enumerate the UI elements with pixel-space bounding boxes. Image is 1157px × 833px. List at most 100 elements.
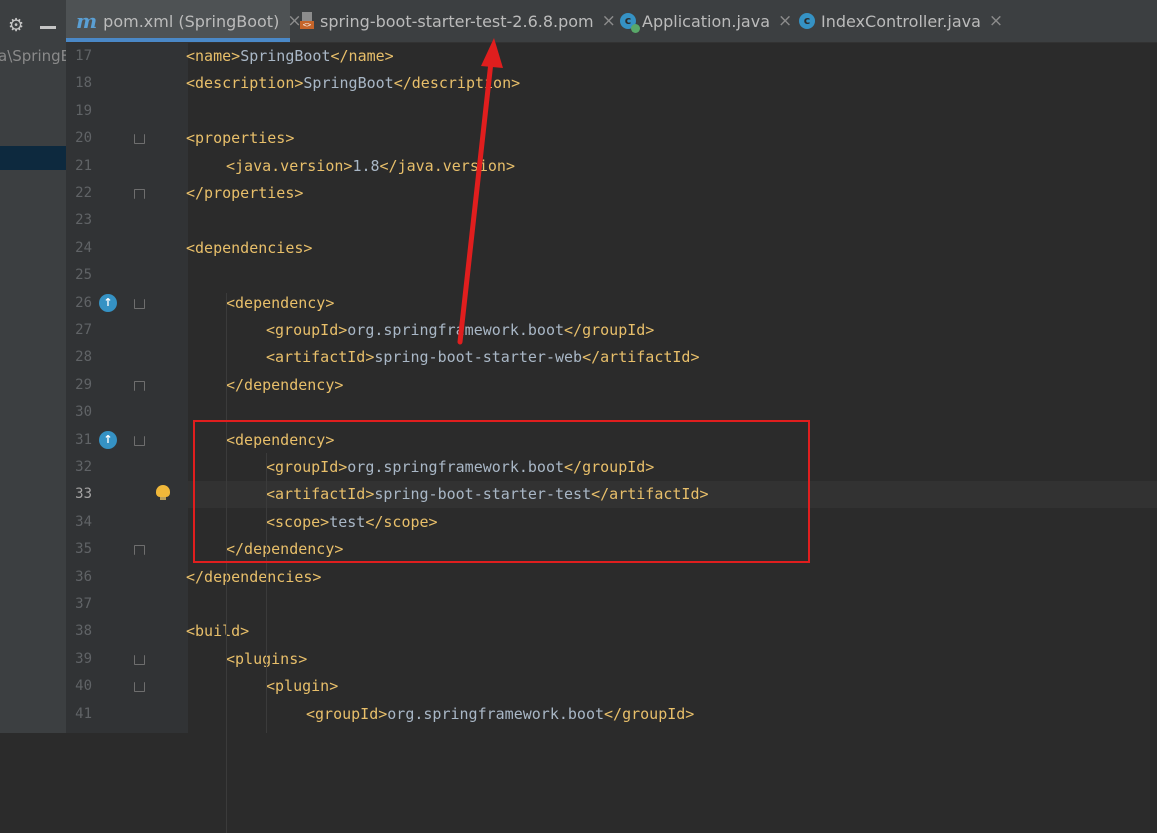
code-line[interactable]: <plugin> — [266, 673, 338, 700]
xml-text: spring-boot-starter-web — [374, 348, 583, 367]
code-line[interactable]: <java.version>1.8</java.version> — [226, 153, 515, 180]
lightbulb-icon[interactable] — [156, 485, 170, 501]
navigate-up-icon[interactable]: ↑ — [99, 430, 117, 449]
xml-tag: <dependency> — [226, 293, 335, 312]
xml-tag: </groupId> — [564, 321, 655, 339]
xml-tag: </artifactId> — [582, 348, 700, 367]
xml-tag: </description> — [393, 74, 521, 93]
xml-tag: <groupId> — [306, 704, 388, 723]
xml-tag: <groupId> — [266, 321, 348, 339]
fold-expand-icon[interactable] — [134, 435, 145, 446]
code-line[interactable]: <properties> — [186, 125, 294, 152]
tab-indexcontroller-java[interactable]: c IndexController.java × — [799, 0, 1003, 42]
xml-tag: </properties> — [186, 184, 304, 202]
code-line[interactable]: <build> — [186, 618, 249, 645]
xml-text: org.springframework.boot — [387, 704, 605, 723]
line-number: 19 — [75, 102, 92, 119]
line-number: 27 — [75, 322, 92, 338]
indent-guide — [266, 593, 267, 733]
gear-icon[interactable]: ⚙ — [8, 17, 26, 35]
line-number: 36 — [75, 568, 92, 585]
fold-expand-icon[interactable] — [134, 654, 145, 665]
line-number: 24 — [75, 239, 92, 256]
line-number: 40 — [75, 678, 92, 695]
xml-text: 1.8 — [352, 156, 380, 175]
xml-text: SpringBoot — [303, 74, 394, 93]
xml-tag: <properties> — [186, 129, 295, 148]
xml-tag: </dependencies> — [186, 567, 322, 586]
line-number: 33 — [75, 486, 92, 503]
code-line[interactable]: </dependency> — [226, 372, 343, 399]
close-icon[interactable]: × — [778, 11, 792, 31]
xml-tag: <dependencies> — [186, 238, 313, 257]
code-line[interactable]: <dependencies> — [186, 235, 312, 262]
xml-text: SpringBoot — [240, 47, 331, 65]
xml-tag: <java.version> — [226, 156, 353, 175]
xml-tag: <build> — [186, 622, 250, 641]
tab-application-java[interactable]: c Application.java × — [620, 0, 792, 42]
project-panel: ⚙ a\SpringB — [0, 0, 66, 733]
line-number: 21 — [75, 157, 92, 174]
line-number: 41 — [75, 705, 92, 722]
line-number: 29 — [75, 376, 92, 393]
tab-starter-test-pom[interactable]: <> spring-boot-starter-test-2.6.8.pom × — [300, 0, 616, 42]
line-number: 37 — [75, 596, 92, 612]
line-number: 32 — [75, 459, 92, 475]
line-number: 35 — [75, 541, 92, 558]
java-class-icon: c — [799, 13, 815, 29]
maven-icon: m — [76, 9, 98, 33]
line-number: 26 — [75, 294, 92, 311]
line-number: 38 — [75, 623, 92, 640]
xml-tag: </java.version> — [379, 156, 515, 175]
close-icon[interactable]: × — [989, 11, 1003, 31]
navigate-up-icon[interactable]: ↑ — [99, 293, 117, 312]
code-editor[interactable]: 17 18 19 20 21 22 23 24 25 26 ↑ 27 28 29 30 31 ↑ 32 33 34 35… — [66, 43, 1157, 833]
code-line[interactable]: <name>SpringBoot</name> — [186, 43, 394, 70]
xml-text: org.springframework.boot — [347, 321, 565, 339]
fold-end-icon[interactable] — [134, 545, 145, 556]
project-path: a\SpringB — [0, 47, 66, 65]
tab-label: spring-boot-starter-test-2.6.8.pom — [320, 11, 594, 31]
tab-label: IndexController.java — [821, 11, 981, 31]
fold-expand-icon[interactable] — [134, 134, 145, 145]
xml-tag: <artifactId> — [266, 348, 375, 367]
xml-tag: </name> — [330, 47, 394, 65]
xml-tag: <name> — [186, 47, 241, 65]
indent-guide — [226, 293, 227, 833]
code-line[interactable]: <groupId>org.springframework.boot</group… — [266, 317, 654, 344]
close-icon[interactable]: × — [602, 11, 616, 31]
xml-tag: </dependency> — [226, 375, 344, 394]
xml-tag: <description> — [186, 74, 304, 93]
xml-tag: <plugin> — [266, 677, 339, 696]
xml-tag: </groupId> — [604, 704, 695, 723]
code-line[interactable]: <dependency> — [226, 290, 334, 317]
code-line[interactable]: <groupId>org.springframework.boot</group… — [306, 701, 694, 728]
project-selected-row[interactable] — [0, 146, 66, 170]
java-class-run-icon: c — [620, 13, 640, 33]
line-number: 34 — [75, 513, 92, 530]
line-number: 20 — [75, 130, 92, 147]
project-toolbar: ⚙ — [0, 0, 66, 42]
line-number: 18 — [75, 75, 92, 92]
fold-expand-icon[interactable] — [134, 682, 145, 693]
line-number: 23 — [75, 212, 92, 229]
fold-expand-icon[interactable] — [134, 298, 145, 309]
tab-label: pom.xml (SpringBoot) — [103, 11, 280, 31]
code-line[interactable]: <artifactId>spring-boot-starter-web</art… — [266, 344, 700, 371]
highlight-box — [193, 420, 810, 563]
pom-file-icon: <> — [300, 12, 314, 30]
tab-label: Application.java — [642, 11, 771, 31]
line-number: 39 — [75, 650, 92, 667]
editor-gutter: 17 18 19 20 21 22 23 24 25 26 ↑ 27 28 29 30 31 ↑ 32 33 34 35… — [66, 43, 188, 733]
fold-end-icon[interactable] — [134, 189, 145, 199]
editor-tab-bar: m pom.xml (SpringBoot) × <> spring-boot-… — [66, 0, 1157, 43]
code-line[interactable]: </properties> — [186, 180, 303, 207]
fold-end-icon[interactable] — [134, 380, 145, 391]
line-number: 25 — [75, 267, 92, 284]
line-number: 31 — [75, 431, 92, 448]
code-line[interactable]: <description>SpringBoot</description> — [186, 70, 520, 97]
code-line[interactable]: </dependencies> — [186, 564, 321, 591]
minus-icon[interactable] — [40, 26, 56, 29]
line-number: 30 — [75, 404, 92, 421]
tab-pom-xml[interactable]: m pom.xml (SpringBoot) × — [66, 0, 302, 42]
